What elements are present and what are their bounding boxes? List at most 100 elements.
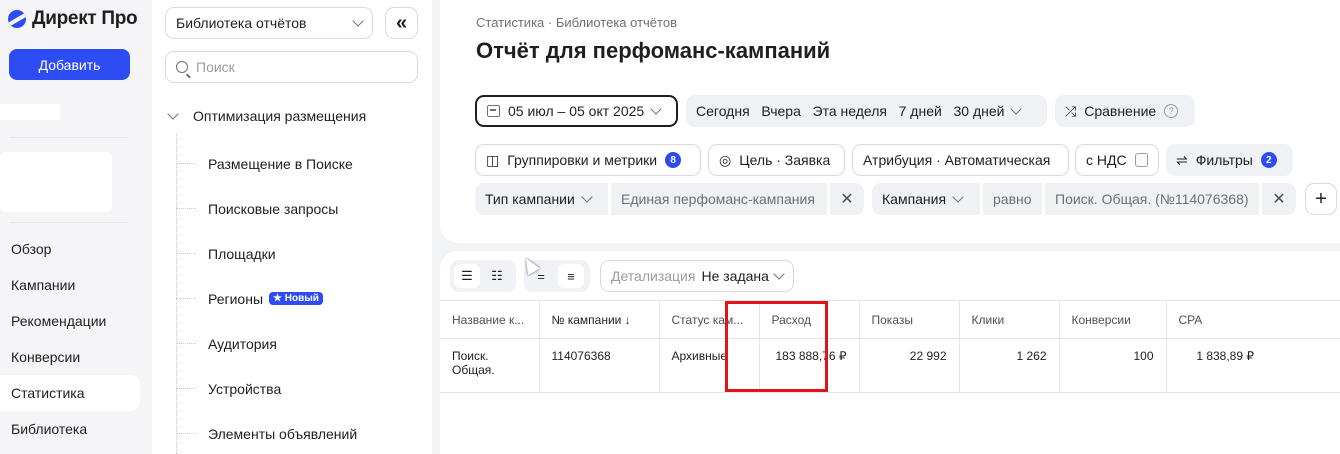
detail-select[interactable]: Детализация Не задана xyxy=(600,260,794,292)
attribution-select[interactable]: Атрибуция · Автоматическая xyxy=(852,144,1069,176)
add-filter-button[interactable]: + xyxy=(1305,183,1337,215)
remove-filter-button[interactable]: ✕ xyxy=(830,183,864,215)
col-header[interactable]: Показы xyxy=(859,300,960,339)
filters-button[interactable]: ⇌ Фильтры 2 xyxy=(1166,144,1293,176)
nav-item-recommendations[interactable]: Рекомендации xyxy=(0,303,152,339)
table-cell: 100 xyxy=(1059,338,1167,393)
report-header: Статистика · Библиотека отчётов Отчёт дл… xyxy=(440,0,1340,243)
period-presets[interactable]: Сегодня Вчера Эта неделя 7 дней 30 дней xyxy=(686,95,1047,127)
filter-campaign-type-value[interactable]: Единая перфоманс-кампания xyxy=(611,183,827,215)
view-mode-group: ☰ ☷ xyxy=(450,260,516,292)
tree-item-label: Аудитория xyxy=(208,335,277,352)
groupings-count-badge: 8 xyxy=(665,152,682,168)
tree-root-label: Оптимизация размещения xyxy=(193,108,367,124)
nav-item-statistics[interactable]: Статистика xyxy=(0,375,140,411)
col-header[interactable]: Клики xyxy=(959,300,1060,339)
goal-label: Цель · Заявка xyxy=(739,152,831,168)
tree-item-label: Регионы xyxy=(208,290,264,307)
tree-item[interactable]: Поисковые запросы xyxy=(176,186,357,231)
goal-select[interactable]: ◎ Цель · Заявка xyxy=(708,144,845,176)
detail-value: Не задана xyxy=(701,268,769,284)
period-presets-label: Сегодня Вчера Эта неделя 7 дней 30 дней xyxy=(696,103,1005,119)
report-table: Название к... № кампании ↓ Статус кам...… xyxy=(440,300,1340,393)
main-content: Статистика · Библиотека отчётов Отчёт дл… xyxy=(440,0,1340,454)
col-header[interactable]: Название к... xyxy=(440,300,540,339)
chevron-down-icon xyxy=(952,191,964,203)
nav-item-library[interactable]: Библиотека xyxy=(0,411,152,447)
report-library-panel: Библиотека отчётов « Оптимизация размеще… xyxy=(152,0,432,454)
chevron-down-icon xyxy=(773,268,785,280)
tree-root-optimization[interactable]: Оптимизация размещения xyxy=(165,108,366,124)
list-view-icon[interactable]: ☰ xyxy=(454,264,480,288)
filter-campaign-field[interactable]: Кампания xyxy=(872,183,980,215)
vat-toggle[interactable]: с НДС xyxy=(1075,144,1159,176)
compare-label: Сравнение xyxy=(1084,103,1157,119)
vat-label: с НДС xyxy=(1086,152,1127,168)
table-cell: 114076368 xyxy=(539,338,660,393)
redacted-block xyxy=(0,104,60,120)
remove-filter-button[interactable]: ✕ xyxy=(1262,183,1296,215)
search-icon xyxy=(176,61,188,73)
nav-item-conversions[interactable]: Конверсии xyxy=(0,339,152,375)
chevron-down-icon xyxy=(352,15,364,27)
filter-campaign-type-field[interactable]: Тип кампании xyxy=(475,183,608,215)
compact-list-view-icon[interactable]: ☷ xyxy=(484,264,510,288)
nav-item-campaigns[interactable]: Кампании xyxy=(0,267,152,303)
library-select[interactable]: Библиотека отчётов xyxy=(165,7,373,39)
chevron-down-icon xyxy=(167,108,179,120)
filter-value-label: Поиск. Общая. (№114076368) xyxy=(1055,191,1249,207)
density-high-icon[interactable]: ≡ xyxy=(558,264,584,288)
col-header[interactable]: Конверсии xyxy=(1059,300,1167,339)
filter-campaign-operator[interactable]: равно xyxy=(983,183,1042,215)
filter-campaign-value[interactable]: Поиск. Общая. (№114076368) xyxy=(1045,183,1259,215)
table-cell: Поиск. Общая. xyxy=(440,338,540,393)
tree-item[interactable]: Размещение в Поиске xyxy=(176,141,357,186)
help-icon[interactable]: ? xyxy=(1164,104,1179,118)
date-range-picker[interactable]: 05 июл – 05 окт 2025 xyxy=(475,95,678,127)
filter-operator-label: равно xyxy=(993,191,1032,207)
shuffle-icon: ⤮ xyxy=(1065,102,1077,119)
table-cell: 1 262 xyxy=(959,338,1060,393)
library-search-input[interactable] xyxy=(196,59,396,75)
tree-item[interactable]: Площадки xyxy=(176,231,357,276)
attribution-label: Атрибуция · Автоматическая xyxy=(863,152,1051,168)
collapse-panel-button[interactable]: « xyxy=(385,7,418,39)
table-header-row: Название к... № кампании ↓ Статус кам...… xyxy=(440,300,1340,339)
compare-button[interactable]: ⤮ Сравнение ? xyxy=(1055,95,1195,127)
add-button[interactable]: Добавить xyxy=(9,49,130,80)
tree-item-label: Размещение в Поиске xyxy=(208,155,353,172)
nav-item-overview[interactable]: Обзор xyxy=(0,231,152,267)
tree-item-label: Устройства xyxy=(208,380,282,397)
vat-checkbox[interactable] xyxy=(1134,153,1148,167)
breadcrumb[interactable]: Статистика · Библиотека отчётов xyxy=(476,15,677,30)
col-header[interactable]: № кампании ↓ xyxy=(539,300,660,339)
page-title: Отчёт для перфоманс-кампаний xyxy=(476,38,831,63)
chevron-down-icon xyxy=(581,191,593,203)
tree-item-label: Площадки xyxy=(208,245,276,262)
tree-item[interactable]: Регионы ★ Новый xyxy=(176,276,357,321)
col-header[interactable]: CPA xyxy=(1166,300,1340,339)
filter-field-label: Тип кампании xyxy=(485,191,575,207)
tree-item[interactable]: Устройства xyxy=(176,366,357,411)
chevron-down-icon xyxy=(1010,103,1023,115)
groupings-metrics-button[interactable]: ◫ Группировки и метрики 8 xyxy=(475,144,701,176)
library-select-value: Библиотека отчётов xyxy=(176,15,307,31)
library-search[interactable] xyxy=(165,51,418,83)
brand-name: Директ Про xyxy=(32,8,138,29)
new-badge: ★ Новый xyxy=(269,292,323,305)
tree-item[interactable]: Элементы объявлений xyxy=(176,411,357,454)
tree-item-label: Поисковые запросы xyxy=(208,200,339,217)
tree-item-label: Элементы объявлений xyxy=(208,425,358,442)
tree-items: Размещение в Поиске Поисковые запросы Пл… xyxy=(176,141,357,454)
chevron-down-icon xyxy=(650,103,662,115)
redacted-account-block xyxy=(0,152,112,212)
close-icon: ✕ xyxy=(840,191,854,208)
groupings-label: Группировки и метрики xyxy=(507,152,658,168)
divider xyxy=(10,222,128,223)
filter-value-label: Единая перфоманс-кампания xyxy=(621,191,815,207)
brand-logo[interactable]: Директ Про xyxy=(8,8,138,30)
cpa-highlight-annotation xyxy=(725,301,828,392)
table-row: Поиск. Общая. 114076368 Архивные 183 888… xyxy=(440,338,1340,393)
tree-item[interactable]: Аудитория xyxy=(176,321,357,366)
plus-icon: + xyxy=(1315,187,1327,210)
